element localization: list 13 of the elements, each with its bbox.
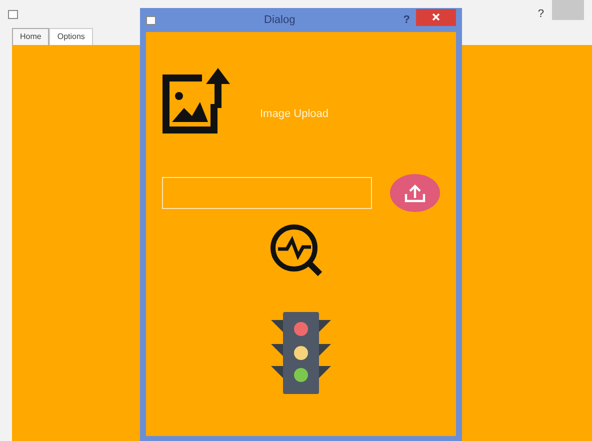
close-icon [432, 13, 440, 21]
tab[interactable]: Home [12, 28, 50, 45]
app-icon [8, 10, 18, 18]
heading: Image Upload [260, 106, 328, 122]
tab[interactable]: Options [49, 28, 93, 45]
upload-button[interactable] [390, 174, 440, 212]
help-button[interactable]: ? [538, 6, 544, 22]
upload-icon [404, 183, 426, 203]
traffic-light-icon [271, 312, 331, 394]
close-button[interactable] [416, 8, 456, 26]
window-title: Dialog [263, 12, 296, 28]
app-icon [146, 16, 156, 24]
input-field[interactable] [162, 177, 372, 209]
